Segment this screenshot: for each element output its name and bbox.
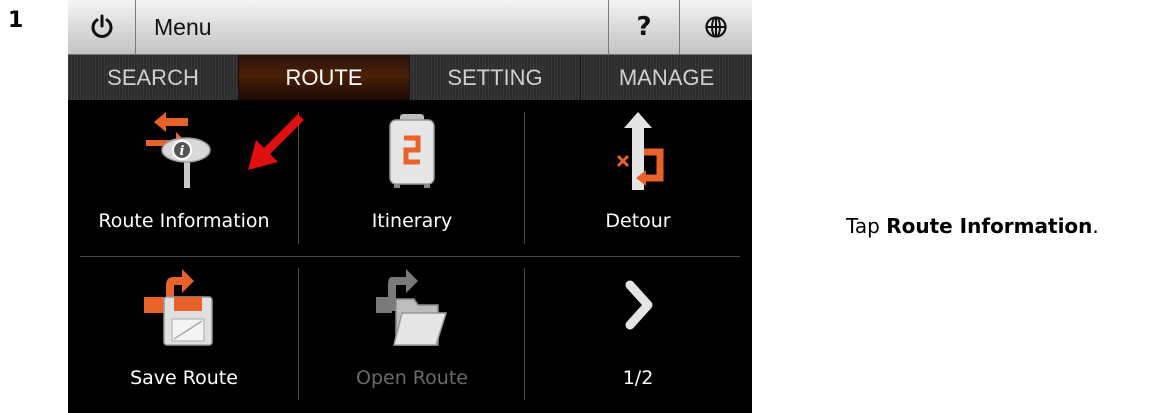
- route-menu-grid: i Route Information Itinerary Detour Sav…: [68, 100, 752, 413]
- save-route-label: Save Route: [130, 367, 238, 389]
- power-icon: [91, 14, 112, 38]
- globe-icon: [705, 16, 727, 38]
- language-button[interactable]: [680, 0, 752, 54]
- pointer-arrow: [248, 114, 304, 170]
- device-screen: Menu ? SEARCH ROUTE SETTING MANAGE i Rou…: [68, 0, 752, 413]
- instruction-suffix: .: [1092, 214, 1099, 238]
- help-button[interactable]: ?: [608, 0, 680, 54]
- instruction-prefix: Tap: [846, 214, 887, 238]
- detour-label: Detour: [605, 210, 671, 232]
- chevron-right-icon: [625, 280, 653, 330]
- page-indicator: 1/2: [622, 367, 654, 389]
- instruction-text: Tap Route Information.: [846, 214, 1099, 238]
- tab-search[interactable]: SEARCH: [68, 55, 239, 100]
- detour-icon: [616, 112, 664, 190]
- tab-bar: SEARCH ROUTE SETTING MANAGE: [68, 55, 752, 100]
- menu-title: Menu: [154, 14, 212, 40]
- top-bar: Menu ?: [68, 0, 752, 55]
- tab-setting[interactable]: SETTING: [410, 55, 581, 100]
- power-button[interactable]: [68, 0, 136, 54]
- save-route-button[interactable]: Save Route: [70, 257, 298, 413]
- tab-route[interactable]: ROUTE: [239, 55, 410, 100]
- itinerary-button[interactable]: Itinerary: [298, 100, 526, 256]
- save-route-icon: [144, 269, 213, 346]
- tab-manage[interactable]: MANAGE: [581, 55, 752, 100]
- open-route-label: Open Route: [356, 367, 468, 389]
- open-route-icon: [376, 269, 448, 346]
- detour-button[interactable]: Detour: [524, 100, 752, 256]
- step-number: 1: [8, 8, 24, 33]
- instruction-target: Route Information: [886, 214, 1093, 238]
- itinerary-label: Itinerary: [371, 210, 453, 232]
- next-page-button[interactable]: 1/2: [524, 257, 752, 413]
- svg-text:i: i: [180, 144, 185, 159]
- route-information-label: Route Information: [98, 210, 270, 232]
- open-route-button[interactable]: Open Route: [298, 257, 526, 413]
- help-icon: ?: [636, 12, 652, 42]
- itinerary-icon: [389, 114, 435, 188]
